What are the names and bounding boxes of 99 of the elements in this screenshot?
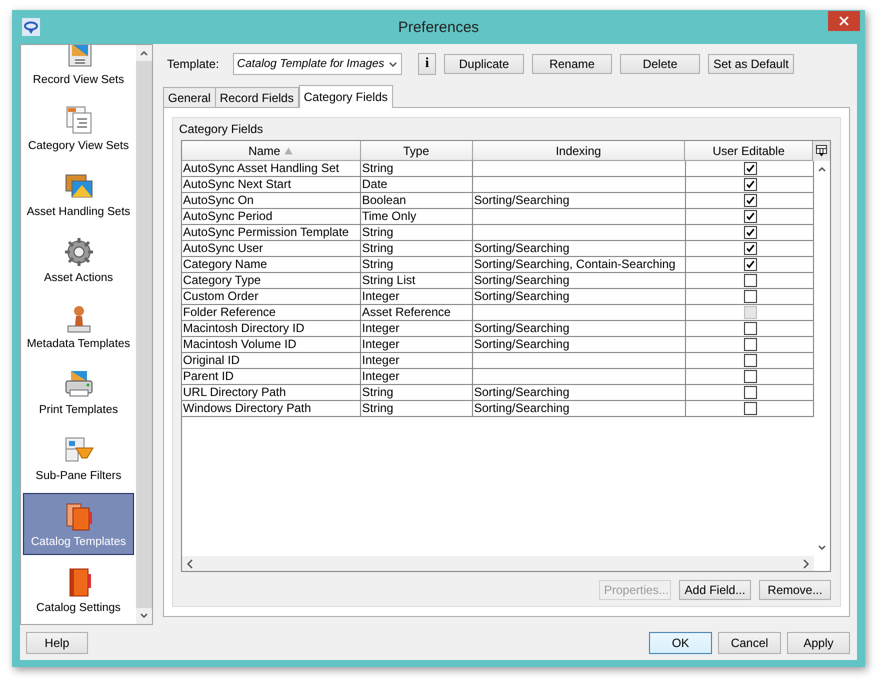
table-cell: AutoSync Period	[182, 209, 361, 225]
table-cell: Integer	[361, 353, 473, 369]
table-cell: Integer	[361, 337, 473, 353]
dialog-button[interactable]: Apply	[787, 632, 850, 654]
table-cell: Windows Directory Path	[182, 401, 361, 417]
gear-icon	[62, 236, 94, 268]
table-cell: Sorting/Searching	[473, 321, 686, 337]
table-cell: String List	[361, 273, 473, 289]
table-cell: String	[361, 241, 473, 257]
column-chooser-button[interactable]	[813, 141, 830, 161]
table-cell: String	[361, 257, 473, 273]
table-cell: Category Name	[182, 257, 361, 273]
checkbox[interactable]	[744, 274, 756, 287]
table-button[interactable]: Add Field...	[679, 580, 751, 600]
table-cell: Time Only	[361, 209, 473, 225]
checkbox[interactable]	[744, 178, 756, 191]
column-header[interactable]: Type	[360, 141, 473, 161]
table-cell: Custom Order	[182, 289, 361, 305]
table-cell: String	[361, 225, 473, 241]
scroll-up-icon[interactable]	[140, 50, 148, 56]
checkbox[interactable]	[744, 258, 756, 271]
table-cell: Asset Reference	[361, 305, 473, 321]
checkbox[interactable]	[744, 226, 756, 239]
info-button[interactable]: i	[418, 53, 436, 75]
column-header[interactable]: Indexing	[472, 141, 686, 161]
dialog-button[interactable]: Cancel	[718, 632, 781, 654]
table-cell: Macintosh Directory ID	[182, 321, 361, 337]
checkbox[interactable]	[744, 402, 756, 415]
table-cell: Sorting/Searching	[473, 289, 686, 305]
group-title: Category Fields	[179, 122, 264, 138]
table-cell: Sorting/Searching	[473, 401, 686, 417]
table-cell: Folder Reference	[182, 305, 361, 321]
checkbox[interactable]	[744, 210, 756, 223]
checkbox[interactable]	[744, 338, 756, 351]
table-cell: Original ID	[182, 353, 361, 369]
table-cell: String	[361, 385, 473, 401]
table-cell: Sorting/Searching, Contain-Searching	[473, 257, 686, 273]
table-cell: Boolean	[361, 193, 473, 209]
template-label: Template:	[167, 57, 220, 71]
sidebar-item[interactable]: Catalog Settings	[23, 559, 134, 621]
table-cell: URL Directory Path	[182, 385, 361, 401]
tab[interactable]: General	[163, 87, 216, 107]
close-icon	[839, 16, 849, 26]
column-header[interactable]: User Editable	[685, 141, 814, 161]
scroll-down-icon[interactable]	[818, 545, 826, 552]
sidebar-item[interactable]: Record View Sets	[23, 45, 134, 93]
scroll-up-icon[interactable]	[818, 166, 826, 172]
table-cell: AutoSync Permission Template	[182, 225, 361, 241]
table-cell: Sorting/Searching	[473, 337, 686, 353]
table-cell: Integer	[361, 289, 473, 305]
table-cell: Sorting/Searching	[473, 193, 686, 209]
checkbox[interactable]	[744, 386, 756, 399]
checkbox[interactable]	[744, 290, 756, 303]
sidebar-item[interactable]: Metadata Templates	[23, 295, 134, 357]
caret-icon	[389, 62, 398, 66]
table-cell: Date	[361, 177, 473, 193]
table-cell: Integer	[361, 321, 473, 337]
scroll-down-icon[interactable]	[140, 613, 148, 619]
checkbox[interactable]	[744, 322, 756, 335]
table-cell: AutoSync On	[182, 193, 361, 209]
app-icon	[22, 18, 40, 36]
sidebar-item[interactable]: Category View Sets	[23, 97, 134, 159]
table-cell: Sorting/Searching	[473, 241, 686, 257]
help-button[interactable]: Help	[26, 632, 88, 654]
checkbox[interactable]	[744, 354, 756, 367]
table-cell: String	[361, 161, 473, 177]
scrollbar[interactable]	[182, 556, 814, 571]
table-cell: String	[361, 401, 473, 417]
dialog-button[interactable]: OK	[649, 632, 712, 654]
table-cell: AutoSync Next Start	[182, 177, 361, 193]
table-menu-icon	[816, 145, 827, 157]
table-cell: Macintosh Volume ID	[182, 337, 361, 353]
table-cell: AutoSync Asset Handling Set	[182, 161, 361, 177]
checkbox[interactable]	[744, 242, 756, 255]
table-cell: Integer	[361, 369, 473, 385]
table-cell: Parent ID	[182, 369, 361, 385]
window-title: Preferences	[397, 18, 480, 36]
table-cell: Sorting/Searching	[473, 385, 686, 401]
table-cell: Sorting/Searching	[473, 273, 686, 289]
close-button[interactable]	[828, 11, 860, 31]
table-cell: AutoSync User	[182, 241, 361, 257]
checkbox[interactable]	[744, 194, 756, 207]
column-header[interactable]: Name	[182, 141, 361, 161]
table-button[interactable]: Remove...	[759, 580, 831, 600]
template-button[interactable]: Rename	[532, 54, 612, 74]
template-button[interactable]: Duplicate	[444, 54, 524, 74]
template-button[interactable]: Delete	[620, 54, 700, 74]
scrollbar[interactable]	[136, 45, 152, 624]
checkbox[interactable]	[744, 162, 756, 175]
sidebar-item[interactable]: Asset Handling Sets	[23, 163, 134, 225]
tab[interactable]: Record Fields	[214, 87, 299, 107]
table-cell: Category Type	[182, 273, 361, 289]
template-dropdown[interactable]: Catalog Template for Images	[233, 53, 402, 75]
sidebar-item[interactable]: Asset Actions	[23, 229, 134, 291]
tab[interactable]: Category Fields	[298, 85, 393, 108]
template-button[interactable]: Set as Default	[708, 54, 794, 74]
sidebar-item[interactable]: Print Templates	[23, 361, 134, 423]
checkbox[interactable]	[744, 370, 756, 383]
sidebar-item[interactable]: Sub-Pane Filters	[23, 427, 134, 489]
